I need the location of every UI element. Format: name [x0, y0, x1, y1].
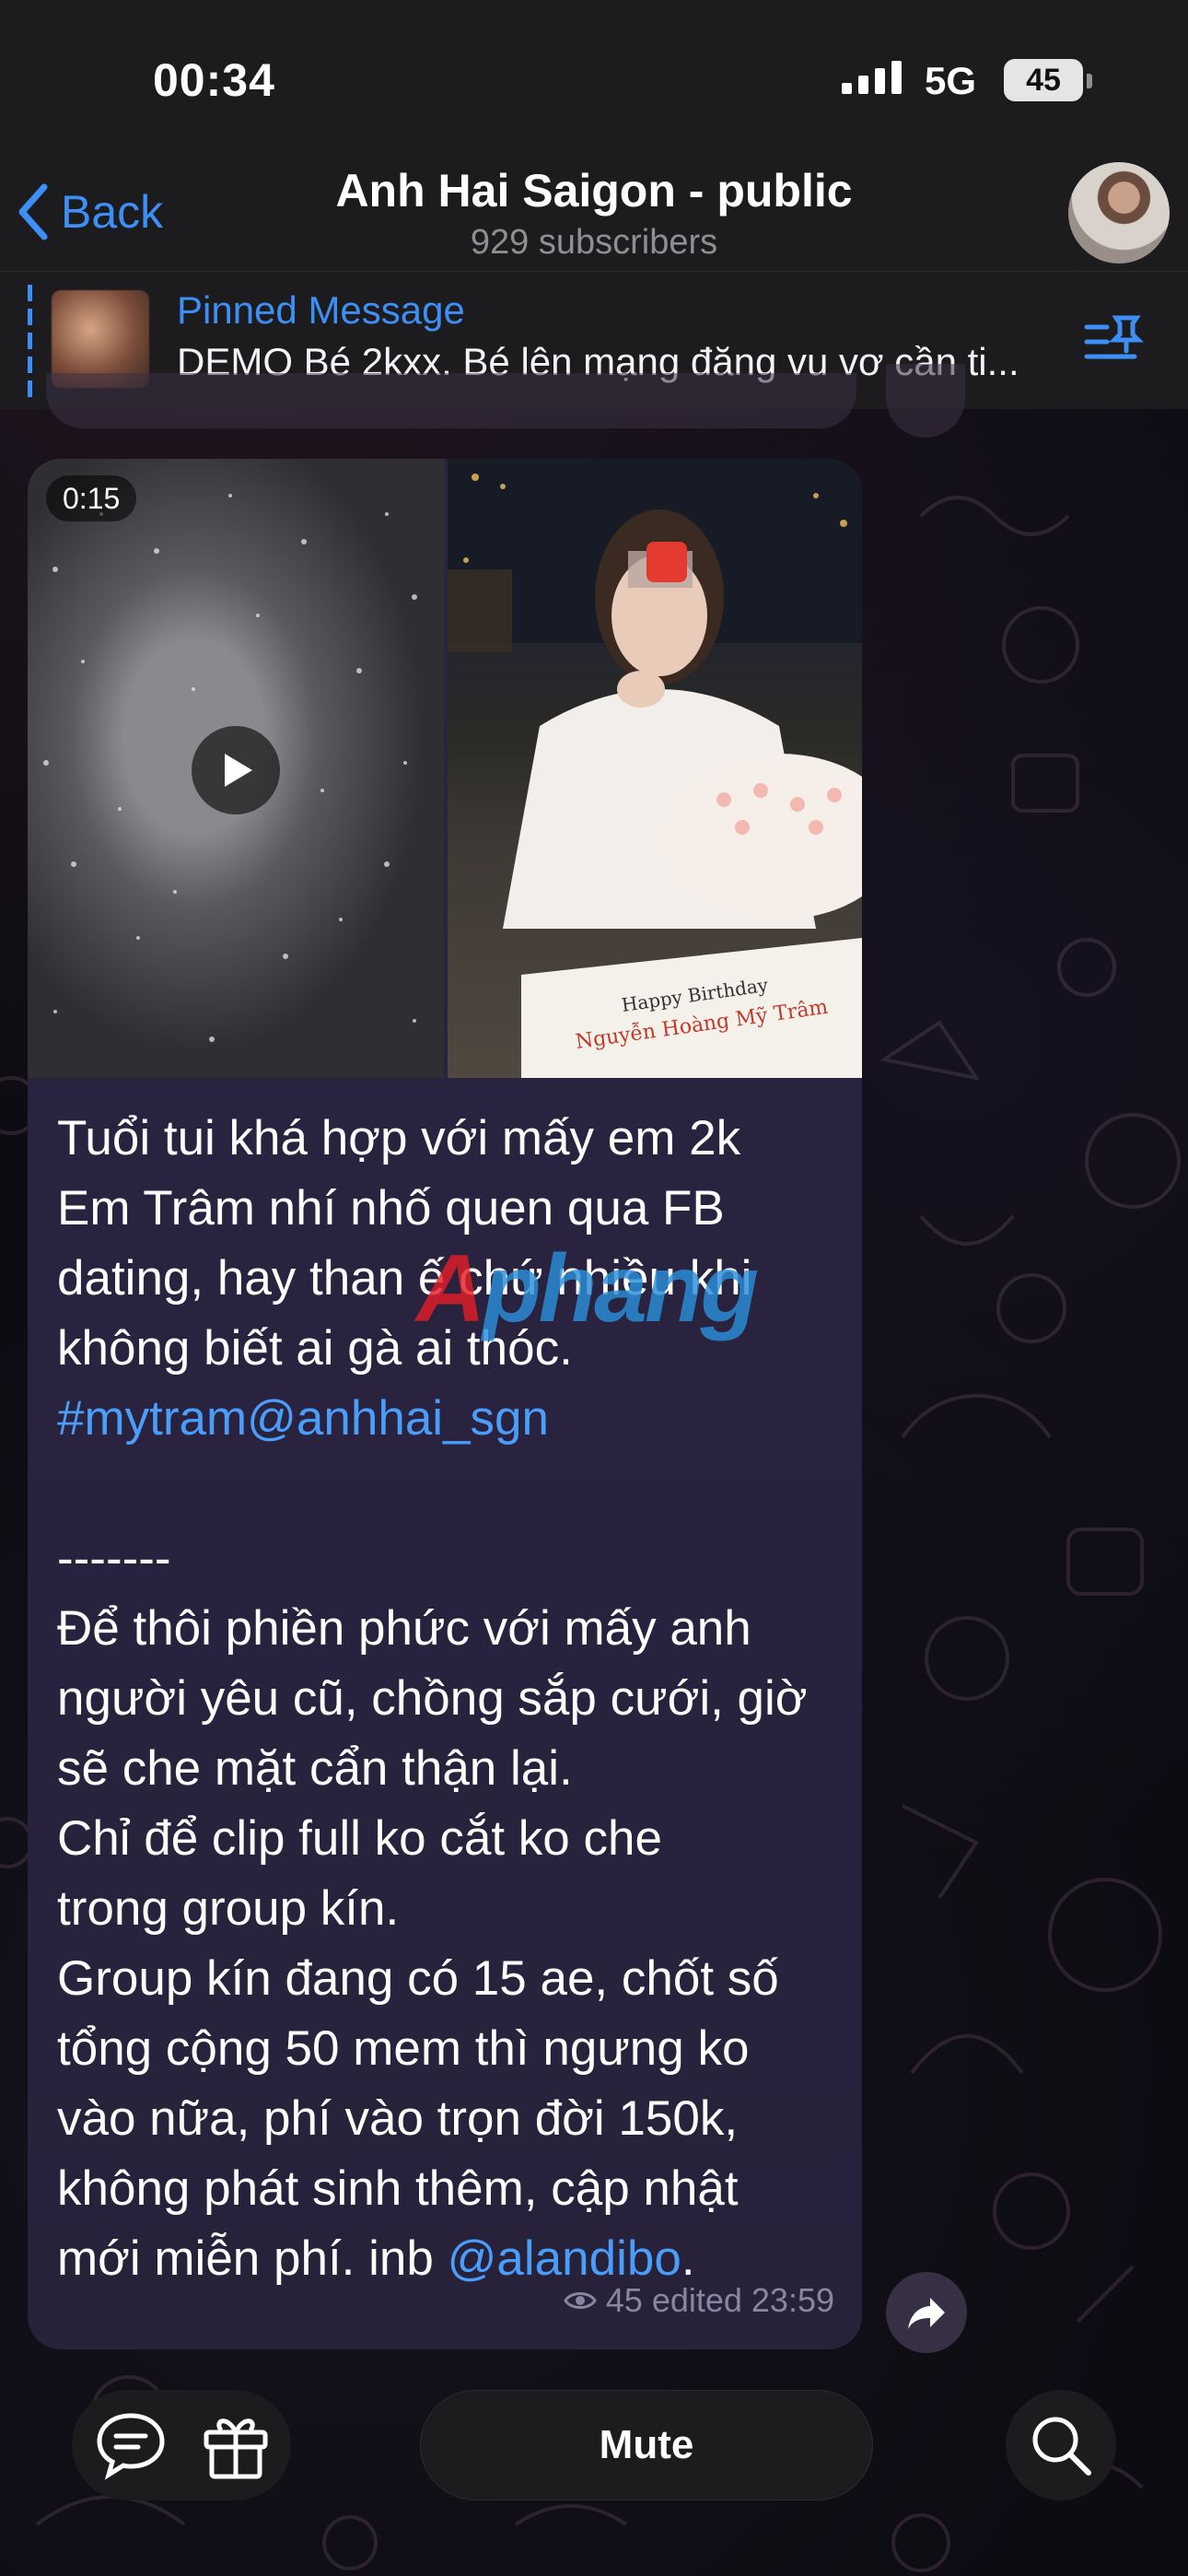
pinned-indicator — [28, 285, 32, 397]
chat-header: Anh Hai Saigon - public 929 subscribers … — [0, 157, 1188, 271]
mention-link[interactable]: @alandibo — [448, 2231, 681, 2286]
forward-icon — [908, 2298, 945, 2329]
message-meta: 45 edited 23:59 — [563, 2281, 834, 2320]
network-label: 5G — [925, 59, 977, 102]
signal-icon — [842, 61, 902, 94]
message-line: người yêu cũ, chồng sắp cưới, giờ — [57, 1671, 808, 1726]
back-button[interactable]: Back — [17, 175, 163, 249]
comments-icon[interactable] — [94, 2408, 168, 2482]
battery-indicator: 45 — [1004, 59, 1083, 101]
clock: 00:34 — [153, 54, 275, 106]
message-line: Để thôi phiền phức với mấy anh — [57, 1601, 751, 1656]
video-duration: 0:15 — [46, 475, 137, 521]
header-title-group[interactable]: Anh Hai Saigon - public 929 subscribers — [0, 164, 1188, 263]
status-bar: 00:34 5G 45 — [0, 0, 1188, 157]
message-line: mới miễn phí. inb — [57, 2231, 448, 2286]
message-line: Tuổi tui khá hợp với mấy em 2k — [57, 1111, 741, 1165]
eye-icon — [563, 2292, 597, 2309]
mute-button[interactable]: Mute — [420, 2390, 873, 2500]
play-button[interactable] — [192, 726, 280, 814]
message-line: sẽ che mặt cẩn thận lại. — [57, 1741, 573, 1796]
channel-title: Anh Hai Saigon - public — [335, 165, 853, 217]
photo-illustration: Happy Birthday Nguyễn Hoàng Mỹ Trâm — [448, 459, 862, 1078]
message-bubble: 0:15 Happy Birthday Nguyễn Hoàng Mỹ Trâm… — [28, 459, 862, 2349]
message-line: tổng cộng 50 mem thì ngưng ko — [57, 2021, 750, 2076]
gift-icon[interactable] — [201, 2410, 271, 2480]
channel-avatar[interactable] — [1068, 162, 1170, 263]
pinned-title: Pinned Message — [177, 288, 465, 332]
subscriber-count: 929 subscribers — [470, 223, 718, 262]
message-line: Chỉ để clip full ko cắt ko che — [57, 1811, 662, 1866]
pin-list-icon[interactable] — [1083, 312, 1147, 368]
message-line: trong group kín. — [57, 1881, 400, 1936]
hashtag-link[interactable]: #mytram@anhhai_sgn — [57, 1391, 549, 1446]
message-line: không phát sinh thêm, cập nhật — [57, 2161, 739, 2216]
video-thumbnail[interactable]: 0:15 — [28, 459, 444, 1078]
previous-message-bubble — [46, 373, 856, 428]
message-line-end: . — [681, 2231, 695, 2286]
back-chevron-icon — [18, 183, 48, 240]
search-button[interactable] — [1006, 2390, 1116, 2500]
edited-time: edited 23:59 — [651, 2281, 834, 2319]
bottom-actions — [72, 2390, 291, 2500]
message-line: vào nữa, phí vào trọn đời 150k, — [57, 2091, 739, 2146]
watermark-logo: Aphang — [416, 1235, 759, 1342]
message-line: Em Trâm nhí nhố quen qua FB — [57, 1181, 725, 1235]
separator-line: ------- — [57, 1531, 171, 1586]
forward-button[interactable] — [886, 2272, 967, 2353]
play-icon — [225, 754, 252, 787]
view-count: 45 — [605, 2281, 643, 2319]
search-icon — [1032, 2417, 1091, 2476]
battery-nub — [1087, 74, 1092, 88]
message-line: Group kín đang có 15 ae, chốt số — [57, 1951, 779, 2006]
photo-thumbnail[interactable]: Happy Birthday Nguyễn Hoàng Mỹ Trâm — [448, 459, 862, 1078]
back-label: Back — [61, 186, 164, 238]
